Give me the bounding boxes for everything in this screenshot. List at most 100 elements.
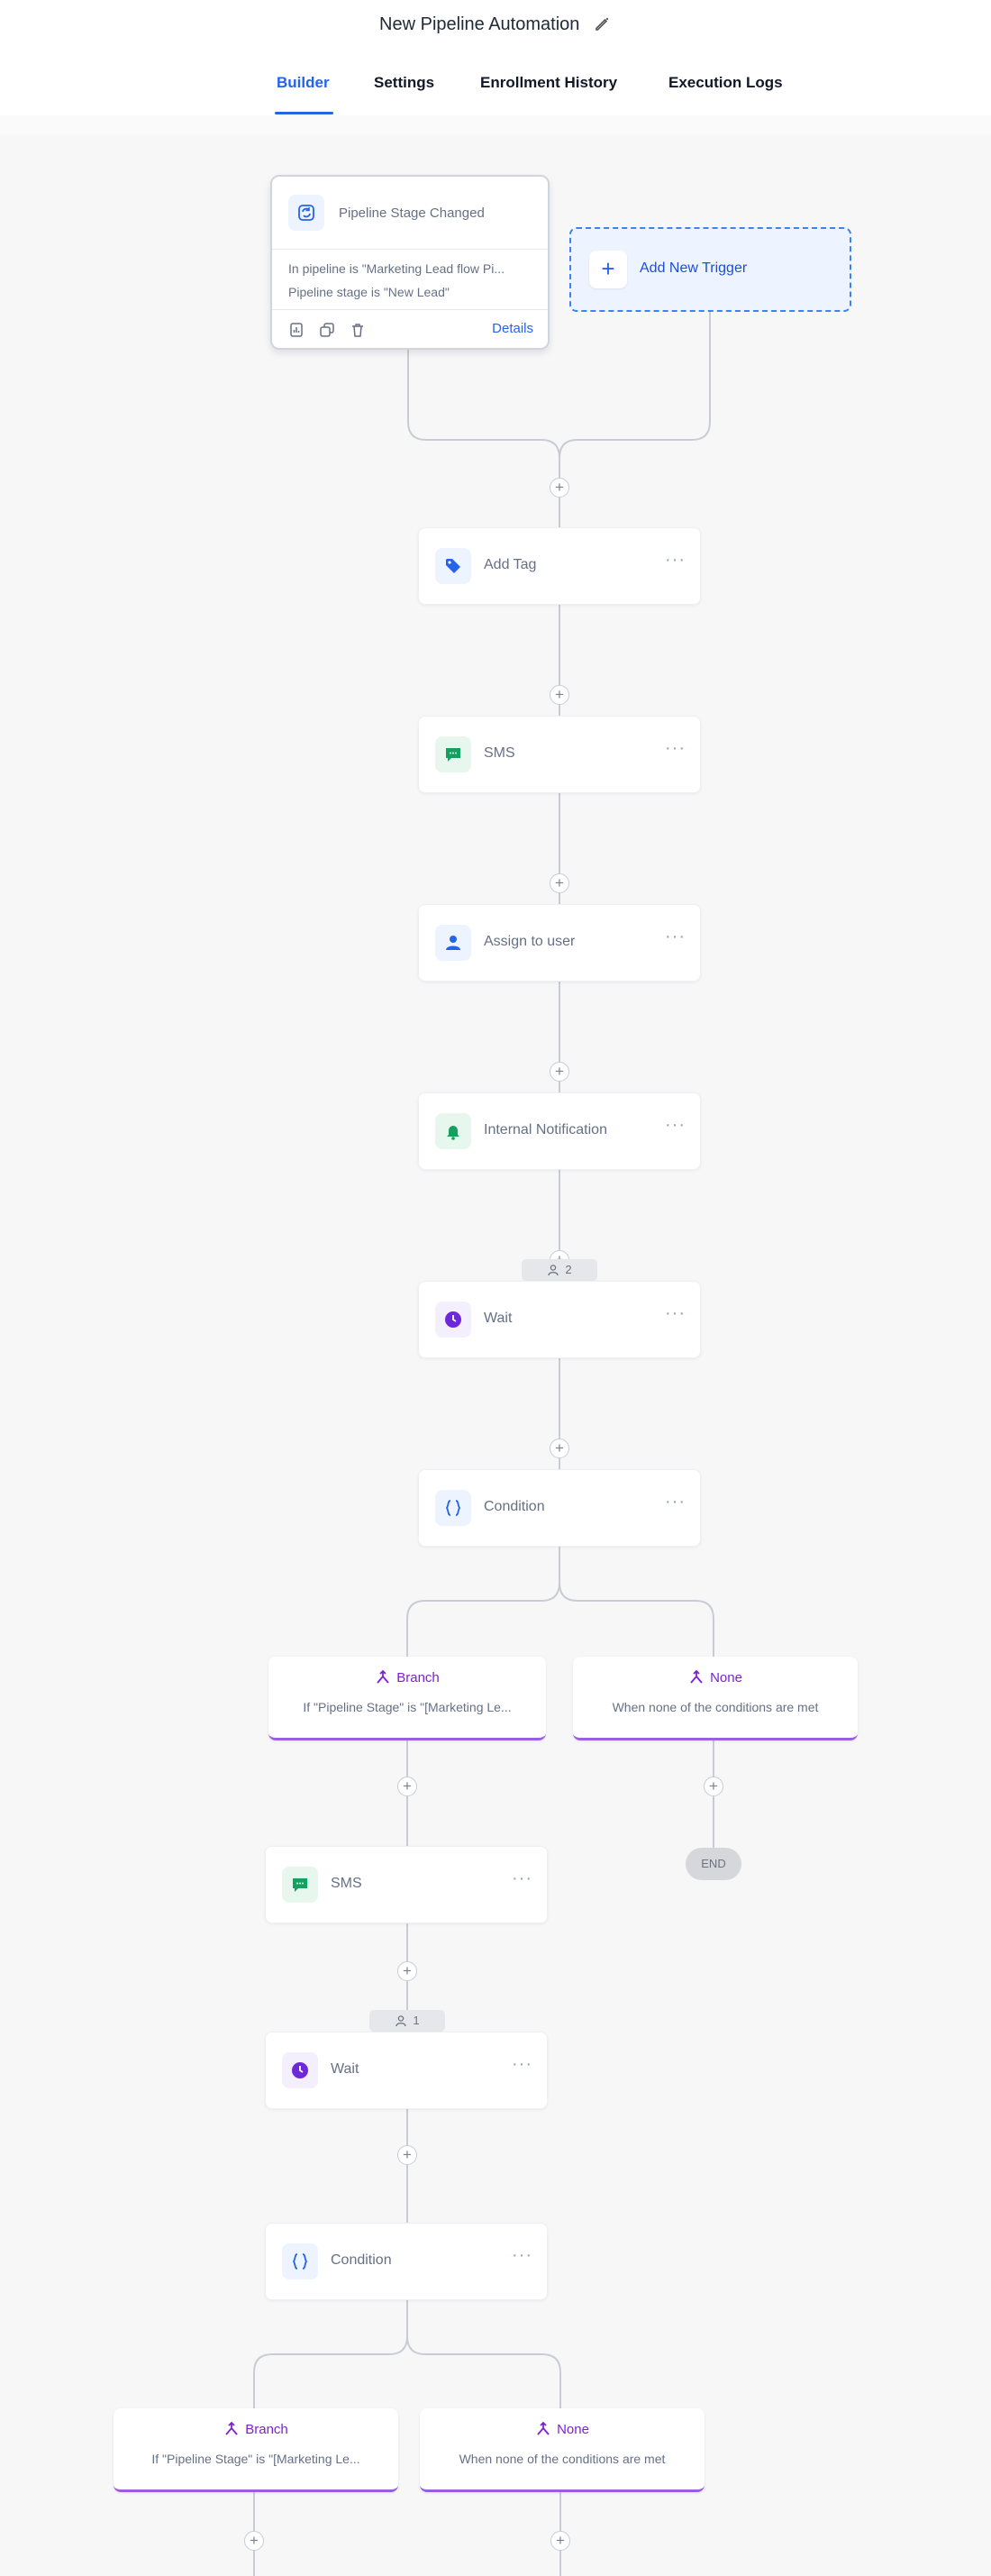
clock-icon <box>282 2052 318 2088</box>
add-trigger-label: Add New Trigger <box>640 260 748 276</box>
branch-icon <box>537 2421 550 2435</box>
details-link[interactable]: Details <box>492 321 533 336</box>
tab-settings[interactable]: Settings <box>374 74 434 92</box>
branch-title: None <box>420 2421 705 2437</box>
more-options-button[interactable]: ··· <box>665 739 686 757</box>
waiting-count-badge[interactable]: 1 <box>369 2010 445 2032</box>
tag-icon <box>435 548 471 584</box>
more-options-button[interactable]: ··· <box>512 2246 532 2264</box>
trigger-header: Pipeline Stage Changed <box>272 177 548 250</box>
trash-icon[interactable] <box>350 322 366 338</box>
action-sms[interactable]: SMS ··· <box>265 1846 548 1923</box>
action-add-tag[interactable]: Add Tag ··· <box>418 527 701 605</box>
add-step-button[interactable]: + <box>550 478 569 498</box>
action-condition[interactable]: Condition ··· <box>418 1469 701 1547</box>
tab-bar: Builder Settings Enrollment History Exec… <box>0 59 991 116</box>
plus-icon: + <box>589 251 627 288</box>
braces-icon <box>435 1490 471 1526</box>
action-label: Condition <box>484 1499 545 1514</box>
toolbar-strip <box>0 115 991 136</box>
branch-title-text: None <box>557 2422 589 2437</box>
add-step-button[interactable]: + <box>704 1777 723 1796</box>
trigger-condition: In pipeline is "Marketing Lead flow Pi..… <box>288 261 505 276</box>
none-branch-card[interactable]: None When none of the conditions are met <box>420 2408 705 2492</box>
branch-title-text: Branch <box>396 1670 440 1685</box>
users-icon <box>548 1265 559 1276</box>
add-step-button[interactable]: + <box>550 2531 570 2551</box>
add-step-button[interactable]: + <box>397 1961 417 1981</box>
sms-icon <box>282 1867 318 1903</box>
workflow-canvas: Pipeline Stage Changed In pipeline is "M… <box>0 135 991 2576</box>
add-step-button[interactable]: + <box>550 1439 569 1458</box>
tab-execution-logs[interactable]: Execution Logs <box>668 74 783 92</box>
bell-icon <box>435 1113 471 1149</box>
stats-icon[interactable] <box>288 322 305 338</box>
active-tab-indicator <box>275 112 333 114</box>
branch-condition: When none of the conditions are met <box>459 2452 666 2466</box>
branch-icon <box>690 1669 703 1684</box>
more-options-button[interactable]: ··· <box>665 927 686 945</box>
branch-title-text: None <box>710 1670 742 1685</box>
pencil-icon[interactable] <box>594 14 612 32</box>
action-label: Assign to user <box>484 934 576 949</box>
more-options-button[interactable]: ··· <box>665 1304 686 1322</box>
more-options-button[interactable]: ··· <box>665 551 686 569</box>
waiting-count: 2 <box>565 1263 572 1276</box>
sms-icon <box>435 736 471 772</box>
branch-condition: If "Pipeline Stage" is "[Marketing Le... <box>151 2452 360 2466</box>
refresh-icon <box>288 195 324 231</box>
end-marker: END <box>686 1848 741 1880</box>
action-label: Wait <box>484 1311 513 1326</box>
add-step-button[interactable]: + <box>550 685 569 705</box>
users-icon <box>395 2015 407 2027</box>
branch-title-text: Branch <box>245 2422 288 2437</box>
more-options-button[interactable]: ··· <box>665 1493 686 1511</box>
trigger-card[interactable]: Pipeline Stage Changed In pipeline is "M… <box>270 175 550 350</box>
action-sms[interactable]: SMS ··· <box>418 716 701 793</box>
trigger-condition: Pipeline stage is "New Lead" <box>288 285 450 299</box>
braces-icon <box>282 2243 318 2279</box>
more-options-button[interactable]: ··· <box>512 2055 532 2073</box>
user-icon <box>435 925 471 961</box>
waiting-count-badge[interactable]: 2 <box>522 1259 597 1281</box>
action-condition[interactable]: Condition ··· <box>265 2223 548 2300</box>
action-label: Internal Notification <box>484 1122 607 1137</box>
tab-builder[interactable]: Builder <box>277 74 330 92</box>
tab-enrollment-history[interactable]: Enrollment History <box>480 74 617 92</box>
branch-condition: If "Pipeline Stage" is "[Marketing Le... <box>303 1700 512 1714</box>
branch-title: Branch <box>268 1669 546 1685</box>
add-new-trigger-button[interactable]: + Add New Trigger <box>569 227 851 312</box>
action-label: SMS <box>331 1876 362 1891</box>
action-label: Condition <box>331 2252 392 2268</box>
action-internal-notification[interactable]: Internal Notification ··· <box>418 1092 701 1170</box>
branch-title: None <box>573 1669 858 1685</box>
none-branch-card[interactable]: None When none of the conditions are met <box>573 1657 858 1740</box>
action-label: SMS <box>484 745 515 761</box>
add-step-button[interactable]: + <box>244 2531 264 2551</box>
trigger-footer: Details <box>272 309 548 348</box>
add-step-button[interactable]: + <box>550 1062 569 1082</box>
title-row: New Pipeline Automation <box>0 14 991 35</box>
branch-icon <box>377 1669 389 1684</box>
add-step-button[interactable]: + <box>397 2145 417 2165</box>
add-step-button[interactable]: + <box>550 873 569 893</box>
action-assign-to-user[interactable]: Assign to user ··· <box>418 904 701 982</box>
trigger-title: Pipeline Stage Changed <box>339 206 485 221</box>
add-step-button[interactable]: + <box>397 1777 417 1796</box>
action-label: Wait <box>331 2061 359 2077</box>
branch-card[interactable]: Branch If "Pipeline Stage" is "[Marketin… <box>268 1657 546 1740</box>
branch-condition: When none of the conditions are met <box>612 1700 819 1714</box>
action-wait[interactable]: Wait ··· <box>418 1281 701 1358</box>
waiting-count: 1 <box>413 2014 420 2027</box>
branch-card[interactable]: Branch If "Pipeline Stage" is "[Marketin… <box>114 2408 398 2492</box>
branch-icon <box>225 2421 238 2435</box>
copy-icon[interactable] <box>319 322 335 338</box>
clock-icon <box>435 1302 471 1338</box>
header-bar: New Pipeline Automation <box>0 0 991 60</box>
more-options-button[interactable]: ··· <box>512 1869 532 1887</box>
action-label: Add Tag <box>484 557 537 572</box>
page-title: New Pipeline Automation <box>379 14 580 34</box>
branch-title: Branch <box>114 2421 398 2437</box>
more-options-button[interactable]: ··· <box>665 1116 686 1134</box>
action-wait[interactable]: Wait ··· <box>265 2032 548 2109</box>
